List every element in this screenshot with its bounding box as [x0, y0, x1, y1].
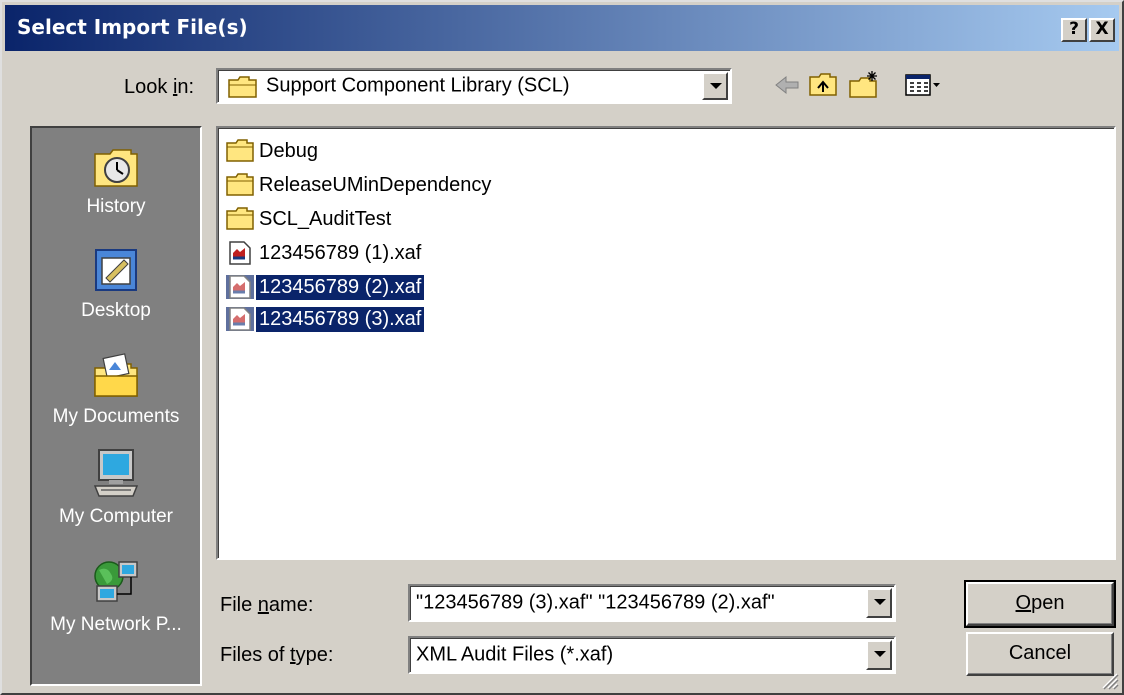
- xaf-file-icon: [226, 307, 254, 331]
- file-name: SCL_AuditTest: [259, 207, 392, 230]
- files-of-type-dropdown-arrow[interactable]: [866, 640, 892, 670]
- places-item-desktop[interactable]: Desktop: [32, 244, 200, 322]
- file-list[interactable]: Debug ReleaseUMinDependency SCL_AuditTes…: [216, 126, 1116, 560]
- look-in-dropdown[interactable]: Support Component Library (SCL): [216, 68, 732, 104]
- close-button[interactable]: X: [1089, 18, 1115, 42]
- resize-grip[interactable]: [1099, 670, 1119, 690]
- files-of-type-value: XML Audit Files (*.xaf): [416, 643, 614, 666]
- places-item-my-computer[interactable]: My Computer: [32, 446, 200, 528]
- window-title: Select Import File(s): [17, 15, 248, 39]
- file-name: Debug: [259, 139, 318, 162]
- folder-icon: [226, 139, 254, 162]
- view-menu-icon[interactable]: [904, 68, 942, 102]
- list-item[interactable]: SCL_AuditTest: [226, 204, 394, 234]
- file-name: 123456789 (2).xaf: [256, 274, 425, 300]
- my-computer-icon: [93, 449, 139, 497]
- history-icon: [94, 149, 138, 187]
- list-item[interactable]: Debug: [226, 136, 321, 166]
- file-name-dropdown-arrow[interactable]: [866, 588, 892, 618]
- folder-icon: [226, 207, 254, 230]
- title-bar[interactable]: Select Import File(s) ? X: [5, 5, 1119, 51]
- places-item-history[interactable]: History: [32, 140, 200, 218]
- file-name-field[interactable]: "123456789 (3).xaf" "123456789 (2).xaf": [408, 584, 896, 622]
- list-item[interactable]: 123456789 (2).xaf: [226, 272, 425, 302]
- new-folder-icon[interactable]: [848, 68, 880, 102]
- my-network-places-icon: [94, 561, 138, 602]
- places-item-my-documents[interactable]: My Documents: [32, 350, 200, 428]
- list-item[interactable]: 123456789 (1).xaf: [226, 238, 424, 268]
- places-item-my-network-places[interactable]: My Network P...: [32, 558, 200, 636]
- xaf-file-icon: [226, 275, 254, 299]
- my-documents-icon: [94, 353, 138, 397]
- list-item[interactable]: ReleaseUMinDependency: [226, 170, 494, 200]
- file-name: ReleaseUMinDependency: [259, 173, 492, 196]
- list-item[interactable]: 123456789 (3).xaf: [226, 304, 425, 334]
- up-folder-icon[interactable]: [808, 68, 838, 102]
- look-in-label: Look in:: [124, 76, 195, 98]
- file-name-label: File name:: [220, 594, 314, 616]
- file-name-value: "123456789 (3).xaf" "123456789 (2).xaf": [416, 591, 775, 614]
- select-import-file-dialog: Select Import File(s) ? X Look in: Suppo…: [0, 0, 1124, 695]
- files-of-type-label: Files of type:: [220, 644, 334, 666]
- look-in-value: Support Component Library (SCL): [266, 74, 570, 97]
- help-button[interactable]: ?: [1061, 18, 1087, 42]
- files-of-type-dropdown[interactable]: XML Audit Files (*.xaf): [408, 636, 896, 674]
- look-in-dropdown-arrow[interactable]: [702, 72, 728, 100]
- folder-icon: [226, 173, 254, 196]
- xaf-file-icon: [229, 241, 251, 265]
- desktop-icon: [95, 249, 137, 291]
- open-button[interactable]: Open: [964, 580, 1116, 628]
- file-name: 123456789 (1).xaf: [259, 241, 422, 264]
- file-name: 123456789 (3).xaf: [256, 306, 425, 332]
- back-icon[interactable]: [772, 68, 802, 102]
- places-bar: History Desktop My Documents My Computer…: [30, 126, 202, 686]
- cancel-button[interactable]: Cancel: [966, 632, 1114, 676]
- folder-icon: [228, 76, 257, 98]
